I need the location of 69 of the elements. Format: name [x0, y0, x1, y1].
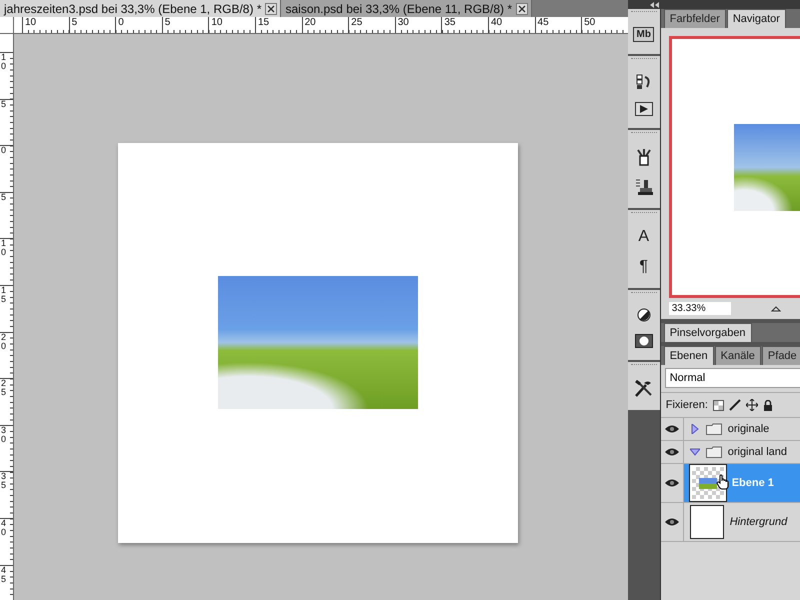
ruler-label: 40	[0, 518, 6, 537]
ruler-label: 35	[441, 17, 488, 33]
adjustments-icon[interactable]	[636, 308, 651, 322]
eye-icon[interactable]	[664, 517, 679, 527]
stamp-icon[interactable]	[634, 178, 653, 196]
ruler-label: 20	[0, 332, 6, 351]
ruler-label: 45	[534, 17, 582, 33]
brush-icon[interactable]	[728, 399, 741, 411]
close-icon[interactable]	[516, 2, 528, 14]
close-icon[interactable]	[265, 2, 278, 14]
layer-name: Ebene 1	[732, 477, 774, 489]
folder-icon	[706, 446, 722, 458]
hand-cursor-icon	[716, 474, 730, 490]
zoom-out-icon[interactable]	[770, 306, 781, 312]
layer-name: original land	[728, 446, 788, 458]
folder-icon	[706, 423, 722, 435]
ruler-label: 5	[0, 192, 6, 202]
ruler-label: 30	[0, 426, 6, 444]
blend-mode-dropdown[interactable]: Normal	[664, 368, 800, 388]
panel-tab[interactable]: Farbfelder	[664, 9, 726, 28]
ruler-label: 15	[0, 286, 6, 304]
ruler-label: 10	[22, 17, 69, 33]
paragraph-button[interactable]: ¶	[639, 258, 648, 276]
lock-transparency-icon[interactable]	[712, 400, 724, 410]
history-icon[interactable]	[636, 74, 652, 90]
ruler-label: 0	[115, 17, 162, 33]
ruler-label: 5	[162, 17, 208, 33]
ruler-label: 20	[302, 17, 348, 33]
layer-name: originale	[728, 423, 770, 435]
panel-tab[interactable]: Ebenen	[664, 346, 714, 365]
layer-thumbnail	[690, 505, 724, 539]
ruler-label: 15	[254, 17, 302, 33]
ruler-label: 35	[0, 472, 6, 490]
layer-name: Hintergrund	[730, 516, 788, 528]
ruler-label: 25	[0, 379, 6, 398]
panel-tab[interactable]: Kanäle	[714, 346, 761, 365]
lock-icon[interactable]	[762, 400, 773, 410]
mask-icon[interactable]	[634, 334, 653, 348]
lock-label: Fixieren:	[666, 399, 708, 411]
ruler-label: 40	[488, 17, 535, 33]
collapsed-triangle-icon[interactable]	[690, 424, 700, 434]
document-tab[interactable]: jahreszeiten3.psd bei 33,3% (Ebene 1, RGB/8) *	[0, 0, 282, 17]
ruler-label: 10	[208, 17, 255, 33]
character-button[interactable]: A	[638, 228, 650, 246]
mini-bridge-button[interactable]: Mb	[633, 27, 654, 42]
eye-icon[interactable]	[664, 424, 679, 434]
eye-icon[interactable]	[664, 447, 679, 457]
ruler-label: 30	[394, 17, 442, 33]
ruler-label: 0	[0, 146, 6, 156]
layer-row[interactable]: originale	[660, 418, 800, 441]
move-icon[interactable]	[746, 399, 758, 411]
zoom-field[interactable]: 33.33%	[668, 302, 731, 315]
panel-tab[interactable]: Navigator	[726, 9, 786, 28]
eye-icon[interactable]	[664, 478, 679, 488]
ruler-label: 10	[0, 239, 6, 258]
ruler-label: 25	[348, 17, 395, 33]
expanded-triangle-icon[interactable]	[690, 447, 700, 457]
panel-tab[interactable]: Pfade	[762, 346, 800, 365]
panel-tab[interactable]: Pinselvorgaben	[664, 323, 752, 342]
ruler-label: 45	[0, 566, 6, 584]
ruler-label: 5	[68, 17, 116, 33]
layer-row[interactable]: Hintergrund	[660, 503, 800, 542]
layer-thumbnail	[690, 465, 726, 501]
play-icon[interactable]	[634, 102, 653, 116]
brushes-icon[interactable]	[636, 148, 652, 166]
ruler-label: 10	[0, 53, 6, 71]
document-tab[interactable]: saison.psd bei 33,3% (Ebene 11, RGB/8) *	[281, 0, 532, 17]
ruler-label: 5	[0, 100, 6, 109]
tools-icon[interactable]	[634, 380, 654, 398]
